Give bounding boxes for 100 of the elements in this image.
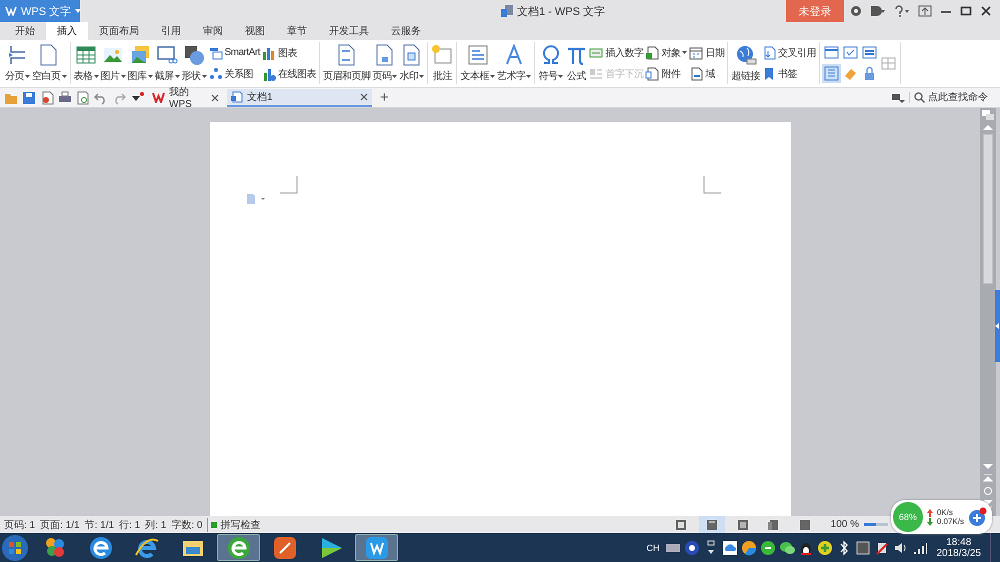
list-form-icon[interactable] xyxy=(862,45,877,60)
ribbon-button[interactable]: 艺术字 xyxy=(496,42,532,85)
ribbon-button[interactable]: 对象 xyxy=(644,44,688,60)
skin-icon[interactable] xyxy=(850,5,862,17)
ribbon-button[interactable]: 超链接 xyxy=(730,42,761,85)
ribbon-button[interactable]: 书签 xyxy=(760,66,817,82)
ribbon-button[interactable]: 图表 xyxy=(260,44,317,60)
network-speed-widget[interactable]: 68% 0K/s 0.07K/s xyxy=(890,500,992,534)
ribbon-button[interactable]: 图库 xyxy=(126,42,154,85)
ribbon-tab[interactable]: 视图 xyxy=(234,22,276,40)
ribbon-tab[interactable]: 引用 xyxy=(150,22,192,40)
online-chart-icon xyxy=(262,66,276,80)
ribbon-button[interactable]: 表格 xyxy=(72,42,100,85)
ribbon-button[interactable]: 符号 xyxy=(537,42,564,85)
ribbon-tab[interactable]: 插入 xyxy=(46,22,88,40)
side-panel-tab[interactable] xyxy=(995,290,1000,362)
status-text: 页码: 1 xyxy=(4,518,36,532)
maximize-icon[interactable] xyxy=(960,5,972,17)
document-tab[interactable]: 文档1 xyxy=(227,88,372,106)
ribbon-tab[interactable]: 开始 xyxy=(4,22,46,40)
comment-icon xyxy=(431,44,454,66)
feedback-icon[interactable] xyxy=(870,5,886,17)
caret-icon xyxy=(392,74,398,78)
ribbon-tab[interactable]: 审阅 xyxy=(192,22,234,40)
pdf-export-icon[interactable] xyxy=(40,90,54,104)
zoom-slider[interactable] xyxy=(864,523,888,526)
ribbon-button[interactable]: 关系图 xyxy=(208,66,261,82)
caret-icon xyxy=(148,74,152,78)
smiley-app-icon[interactable] xyxy=(760,540,776,556)
scroll-thumb[interactable] xyxy=(983,134,993,284)
document-tab[interactable]: 我的WPS xyxy=(148,88,223,106)
drop-cap-icon xyxy=(589,66,604,80)
spell-check-status[interactable]: 拼写检查 xyxy=(207,518,260,532)
status-text: 字数: 0 xyxy=(171,518,202,532)
ribbon-button[interactable]: 空白页 xyxy=(31,42,68,85)
command-search-field[interactable]: 点此查找命令 xyxy=(909,92,1000,103)
ribbon-button[interactable]: 图片 xyxy=(100,42,126,85)
language-indicator[interactable]: CH xyxy=(646,542,660,552)
ribbon-button[interactable]: SmartArt xyxy=(208,44,261,60)
chat-bubble-icon[interactable] xyxy=(778,540,794,556)
clock[interactable]: 18:48 2018/3/25 xyxy=(930,536,987,558)
plus-badge-icon[interactable] xyxy=(968,507,988,527)
app-menu-button[interactable]: WPS 文字 xyxy=(0,0,80,22)
caret-icon xyxy=(490,74,495,78)
page-switch-icon[interactable] xyxy=(982,110,994,120)
attachment-icon xyxy=(645,66,660,80)
ribbon-button[interactable]: 附件 xyxy=(644,66,688,82)
ribbon-button[interactable]: 公式 xyxy=(564,42,588,85)
upload-speed: 0K/s xyxy=(936,508,953,517)
form-lock-icon[interactable] xyxy=(824,66,839,81)
help-icon[interactable] xyxy=(894,5,910,17)
search-icon xyxy=(914,92,925,103)
ribbon-button[interactable]: 文本框 xyxy=(459,42,496,85)
caret-icon xyxy=(120,74,126,78)
ribbon-button[interactable]: 页码 xyxy=(371,42,398,85)
caret-icon xyxy=(62,74,66,78)
page-view-icon xyxy=(706,518,718,530)
close-icon[interactable] xyxy=(980,5,992,17)
document-icon xyxy=(231,90,243,102)
cloud-icon[interactable] xyxy=(722,540,738,556)
scroll-bar[interactable] xyxy=(980,108,996,516)
ribbon-button[interactable]: 交叉引用 xyxy=(760,44,817,60)
wps-app-icon xyxy=(364,534,390,560)
ribbon-button[interactable]: 插入数字 xyxy=(588,44,644,60)
upload-arrow-icon xyxy=(926,508,933,516)
caret-icon xyxy=(558,74,564,78)
ribbon-tab[interactable]: 页面布局 xyxy=(88,22,150,40)
new-tab-button[interactable]: + xyxy=(376,89,393,106)
save-icon[interactable] xyxy=(22,90,36,104)
ribbon-button[interactable]: 形状 xyxy=(180,42,208,85)
colorful-circle-icon[interactable] xyxy=(740,540,756,556)
device-icon[interactable] xyxy=(854,540,870,556)
help-icon[interactable] xyxy=(684,540,700,556)
print-preview-icon[interactable] xyxy=(76,90,90,104)
ribbon-button[interactable]: 水印 xyxy=(398,42,426,85)
ribbon-button[interactable]: 截屏 xyxy=(154,42,180,85)
ribbon-tab[interactable]: 开发工具 xyxy=(318,22,380,40)
ribbon-button[interactable]: 分页 xyxy=(4,42,31,85)
checkbox-form-icon[interactable] xyxy=(842,45,858,60)
ribbon-button[interactable]: 批注 xyxy=(430,42,454,85)
document-icon xyxy=(500,5,513,17)
zoom-level[interactable]: 100 % xyxy=(830,519,859,530)
ribbon-tab[interactable]: 云服务 xyxy=(380,22,432,40)
ribbon-button[interactable]: 在线图表 xyxy=(260,66,317,82)
print-icon[interactable] xyxy=(58,90,72,104)
caret-icon xyxy=(419,74,424,78)
ribbon-button[interactable]: 日期 xyxy=(688,44,726,60)
plus-circle-icon[interactable] xyxy=(816,540,832,556)
ribbon-button[interactable]: 页眉和页脚 xyxy=(322,42,372,85)
close-icon[interactable] xyxy=(211,94,219,102)
view-button[interactable] xyxy=(698,516,725,533)
form-field-icon[interactable] xyxy=(824,45,839,60)
close-icon[interactable] xyxy=(360,92,368,100)
ribbon-tab[interactable]: 章节 xyxy=(276,22,318,40)
screenshot-icon xyxy=(156,44,178,66)
start-button-icon[interactable] xyxy=(0,534,30,562)
upload-icon[interactable] xyxy=(918,5,932,17)
gallery-icon xyxy=(129,44,151,66)
ribbon-button[interactable]: 域 xyxy=(688,66,726,82)
collapse-ribbon-icon[interactable] xyxy=(891,92,905,104)
